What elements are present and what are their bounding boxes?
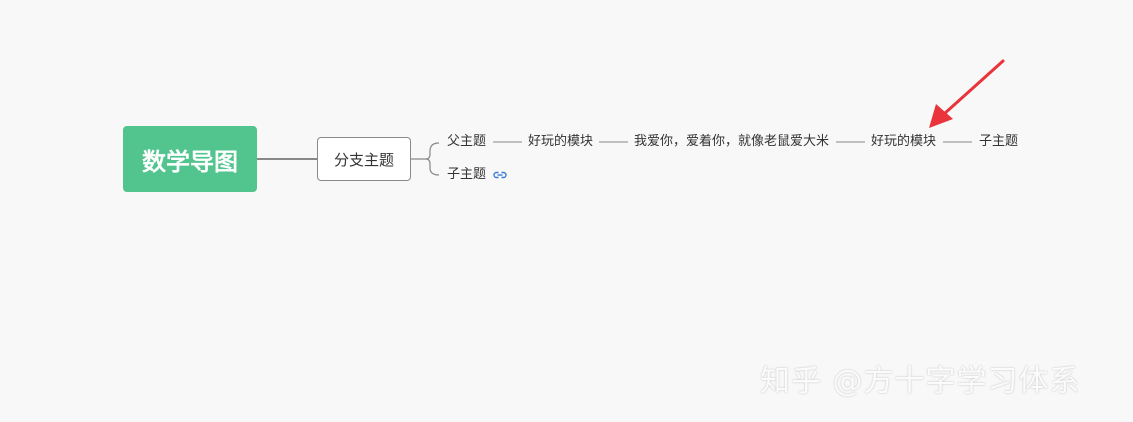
subtopic-love-phrase[interactable]: 我爱你，爱着你，就像老鼠爱大米 [634, 134, 829, 150]
annotation-arrow [929, 59, 1005, 128]
subtopic-child-2[interactable]: 子主题 [447, 167, 486, 183]
branch-topic[interactable]: 分支主题 [317, 137, 411, 181]
subtopic-parent[interactable]: 父主题 [447, 134, 486, 150]
link-icon[interactable] [492, 169, 508, 181]
root-topic[interactable]: 数学导图 [123, 126, 257, 192]
watermark: 知乎 @方十字学习体系 [760, 364, 1081, 399]
subtopic-fun-module-1[interactable]: 好玩的模块 [528, 134, 593, 150]
subtopic-child-1[interactable]: 子主题 [979, 134, 1018, 150]
subtopic-fun-module-2[interactable]: 好玩的模块 [871, 134, 936, 150]
curly-bracket [425, 142, 440, 176]
